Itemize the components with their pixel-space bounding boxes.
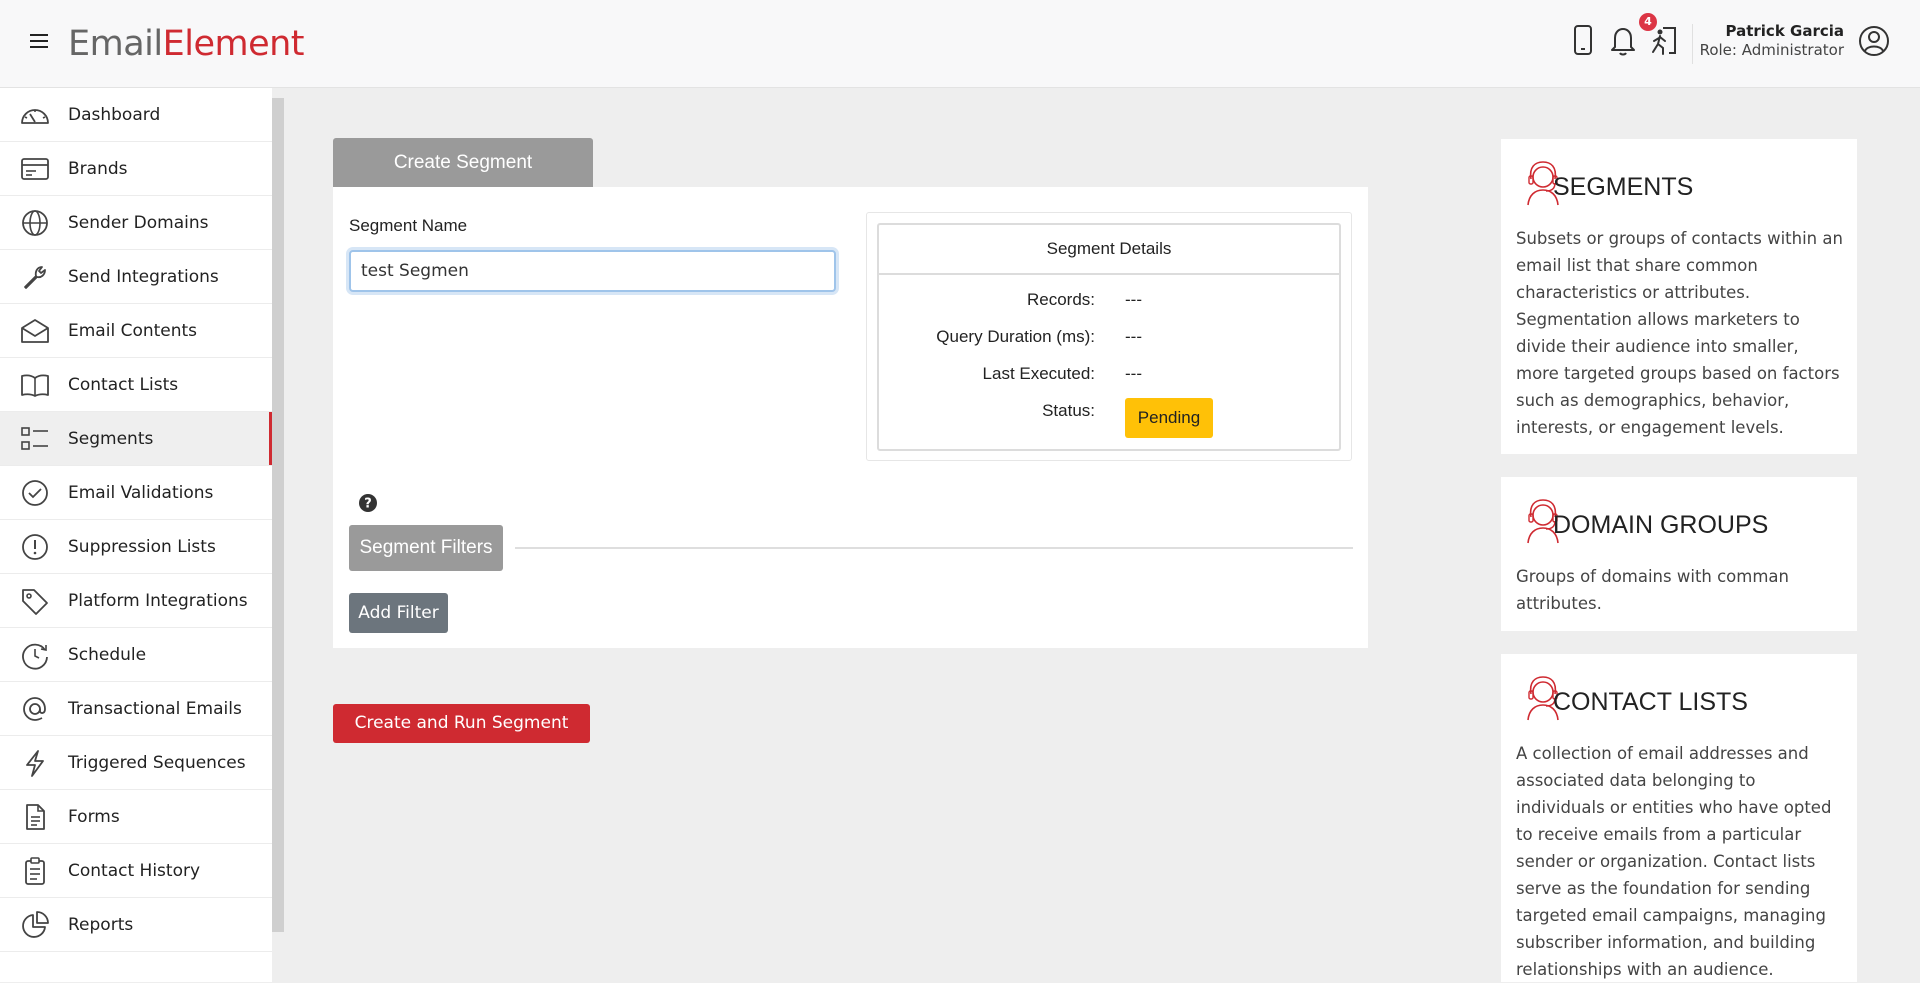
sidebar-item-label: Contact History <box>68 860 201 881</box>
info-card-title: DOMAIN GROUPS <box>1553 511 1769 539</box>
exclamation-circle-icon <box>17 531 53 563</box>
sidebar-item-email-contents[interactable]: Email Contents <box>0 304 272 358</box>
sidebar-item-brands[interactable]: Brands <box>0 142 272 196</box>
segment-details-title: Segment Details <box>877 223 1341 275</box>
sidebar-item-label: Send Integrations <box>68 266 219 287</box>
segment-filters-tab[interactable]: Segment Filters <box>349 525 503 571</box>
sidebar-item-schedule[interactable]: Schedule <box>0 628 272 682</box>
sidebar-item-label: Segments <box>68 428 154 449</box>
sidebar-item-label: Forms <box>68 806 120 827</box>
info-card-segments: SEGMENTS Subsets or groups of contacts w… <box>1501 139 1857 454</box>
exit-icon[interactable] <box>1647 22 1681 58</box>
sidebar-scrollbar[interactable] <box>272 98 284 932</box>
sidebar-item-label: Schedule <box>68 644 147 665</box>
info-card-title: CONTACT LISTS <box>1553 688 1748 716</box>
sidebar-item-label: Transactional Emails <box>68 698 242 719</box>
sidebar-item-forms[interactable]: Forms <box>0 790 272 844</box>
sidebar-item-platform-integrations[interactable]: Platform Integrations <box>0 574 272 628</box>
bell-icon[interactable] <box>1606 22 1640 58</box>
info-card-body: A collection of email addresses and asso… <box>1516 744 1832 979</box>
globe-icon <box>17 207 53 239</box>
records-value: --- <box>1125 290 1142 309</box>
sidebar-item-label: Suppression Lists <box>68 536 216 557</box>
menu-icon[interactable] <box>30 34 50 50</box>
clipboard-icon <box>17 855 53 887</box>
schedule-icon <box>17 639 53 671</box>
segment-name-input[interactable] <box>349 250 836 292</box>
user-circle-icon[interactable] <box>1857 24 1891 58</box>
sidebar-item-transactional-emails[interactable]: Transactional Emails <box>0 682 272 736</box>
brand-logo[interactable]: EmailElement <box>68 24 305 64</box>
document-icon <box>17 801 53 833</box>
sidebar-item-label: Reports <box>68 914 134 935</box>
dashboard-icon <box>17 99 53 131</box>
sidebar-item-label: Email Validations <box>68 482 214 503</box>
sidebar-item-label: Contact Lists <box>68 374 179 395</box>
last-executed-value: --- <box>1125 364 1142 383</box>
brands-icon <box>17 153 53 185</box>
info-card-body: Subsets or groups of contacts within an … <box>1516 229 1843 437</box>
user-role: Role: Administrator <box>1699 41 1844 59</box>
wrench-icon <box>17 261 53 293</box>
envelope-icon <box>17 315 53 347</box>
sidebar-item-contact-lists[interactable]: Contact Lists <box>0 358 272 412</box>
status-badge: Pending <box>1125 398 1213 438</box>
sidebar-item-sender-domains[interactable]: Sender Domains <box>0 196 272 250</box>
pie-chart-icon <box>17 909 53 941</box>
tag-icon <box>17 585 53 617</box>
last-executed-label: Last Executed: <box>982 364 1095 383</box>
header-divider <box>1692 24 1693 64</box>
sidebar-item-contact-history[interactable]: Contact History <box>0 844 272 898</box>
sidebar-item-label: Sender Domains <box>68 212 209 233</box>
query-duration-label: Query Duration (ms): <box>936 327 1095 346</box>
book-icon <box>17 369 53 401</box>
sidebar-item-dashboard[interactable]: Dashboard <box>0 88 272 142</box>
tab-create-segment[interactable]: Create Segment <box>333 138 593 187</box>
query-duration-value: --- <box>1125 327 1142 346</box>
add-filter-button[interactable]: Add Filter <box>349 593 448 633</box>
sidebar-item-reports[interactable]: Reports <box>0 898 272 952</box>
sidebar-item-segments[interactable]: Segments <box>0 412 272 466</box>
user-name: Patrick Garcia <box>1725 22 1845 40</box>
sidebar-item-label: Platform Integrations <box>68 590 248 611</box>
sidebar-item-suppression-lists[interactable]: Suppression Lists <box>0 520 272 574</box>
sidebar: Dashboard Brands Sender Domains Send Int… <box>0 88 272 982</box>
records-label: Records: <box>1026 290 1095 309</box>
lightning-icon <box>17 747 53 779</box>
svg-text:?: ? <box>364 497 372 512</box>
at-icon <box>17 693 53 725</box>
info-card-body: Groups of domains with comman attributes… <box>1516 567 1789 613</box>
sidebar-item-triggered-sequences[interactable]: Triggered Sequences <box>0 736 272 790</box>
segment-name-label: Segment Name <box>349 216 468 235</box>
filters-divider <box>515 547 1353 549</box>
help-icon[interactable]: ? <box>358 493 378 513</box>
status-label: Status: <box>1042 401 1095 420</box>
sidebar-item-label: Dashboard <box>68 104 161 125</box>
sidebar-item-label: Triggered Sequences <box>68 752 246 773</box>
create-and-run-segment-button[interactable]: Create and Run Segment <box>333 704 590 743</box>
sidebar-item-email-validations[interactable]: Email Validations <box>0 466 272 520</box>
sidebar-item-label: Brands <box>68 158 128 179</box>
mobile-icon[interactable] <box>1566 22 1600 58</box>
top-header: EmailElement 4 Patrick Garcia Role: Admi… <box>0 0 1920 88</box>
segments-icon <box>17 423 53 455</box>
info-card-contact-lists: CONTACT LISTS A collection of email addr… <box>1501 654 1857 982</box>
sidebar-item-send-integrations[interactable]: Send Integrations <box>0 250 272 304</box>
check-circle-icon <box>17 477 53 509</box>
info-card-title: SEGMENTS <box>1553 173 1694 201</box>
sidebar-item-label: Email Contents <box>68 320 198 341</box>
info-card-domain-groups: DOMAIN GROUPS Groups of domains with com… <box>1501 477 1857 631</box>
